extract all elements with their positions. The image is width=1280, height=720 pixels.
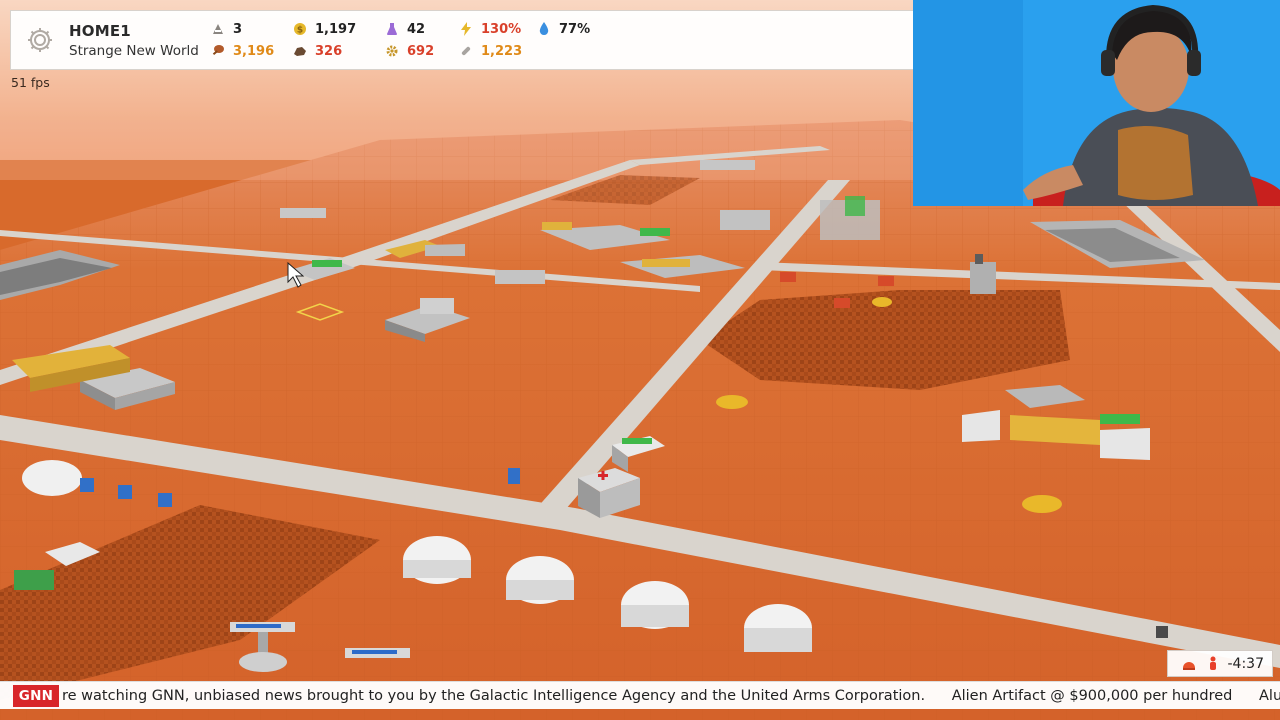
alloy-icon <box>457 43 475 59</box>
dome-3[interactable] <box>621 581 689 629</box>
power-bolt-icon <box>457 21 475 37</box>
turret-2[interactable] <box>345 648 410 658</box>
timer-value: -4:37 <box>1227 655 1265 672</box>
svg-text:$: $ <box>297 26 303 36</box>
resource-water[interactable]: 77% <box>535 18 605 40</box>
streamer-webcam-image <box>913 0 1280 206</box>
resource-alloy[interactable]: 1,223 <box>457 40 535 62</box>
resource-power[interactable]: 130% <box>457 18 535 40</box>
research-value: 42 <box>407 21 426 37</box>
colony-alert-icon <box>1180 655 1198 673</box>
water-value: 77% <box>559 21 591 37</box>
dome-west[interactable] <box>22 460 82 496</box>
resource-ore[interactable]: 326 <box>291 40 383 62</box>
alloy-value: 1,223 <box>481 43 523 59</box>
food-value: 3,196 <box>233 43 275 59</box>
money-value: 1,197 <box>315 21 357 37</box>
news-ticker: GNN re watching GNN, unbiased news broug… <box>0 681 1280 709</box>
research-flask-icon <box>383 21 401 37</box>
gear-parts-icon <box>383 43 401 59</box>
webcam-overlay <box>913 0 1280 206</box>
resource-grid: 3 $ 1,197 42 130% 77% 3,196 326 692 1,22… <box>209 18 605 62</box>
resource-food[interactable]: 3,196 <box>209 40 291 62</box>
bot-southeast[interactable] <box>1156 626 1168 638</box>
ticker-message: Alien Artifact @ $900,000 per hundred <box>951 688 1233 704</box>
gnn-logo: GNN <box>13 685 59 707</box>
world-name: Strange New World <box>69 42 199 59</box>
dome-1[interactable] <box>403 536 471 584</box>
ore-icon <box>291 43 309 59</box>
gear-icon <box>28 28 52 52</box>
resource-hud: HOME1 Strange New World 3 $ 1,197 42 130… <box>10 10 914 70</box>
resource-research[interactable]: 42 <box>383 18 457 40</box>
resource-parts[interactable]: 692 <box>383 40 457 62</box>
ticker-message: re watching GNN, unbiased news brought t… <box>62 688 926 704</box>
fps-counter: 51 fps <box>11 75 50 90</box>
workers-value: 3 <box>233 21 243 37</box>
person-alert-icon <box>1204 655 1222 673</box>
dome-2[interactable] <box>506 556 574 604</box>
base-name: HOME1 <box>69 21 131 40</box>
food-icon <box>209 43 227 59</box>
ore-value: 326 <box>315 43 343 59</box>
water-drop-icon <box>535 21 553 37</box>
power-value: 130% <box>481 21 522 37</box>
money-coin-icon: $ <box>291 21 309 37</box>
resource-money[interactable]: $ 1,197 <box>291 18 383 40</box>
ticker-track: re watching GNN, unbiased news brought t… <box>62 682 1280 709</box>
parts-value: 692 <box>407 43 435 59</box>
worker-icon <box>209 21 227 37</box>
resource-workers[interactable]: 3 <box>209 18 291 40</box>
dome-4[interactable] <box>744 604 812 652</box>
settings-button[interactable] <box>11 11 69 69</box>
event-timer[interactable]: -4:37 <box>1167 650 1273 677</box>
colony-info[interactable]: HOME1 Strange New World <box>69 22 205 59</box>
ticker-message: Alumin <box>1259 688 1280 704</box>
